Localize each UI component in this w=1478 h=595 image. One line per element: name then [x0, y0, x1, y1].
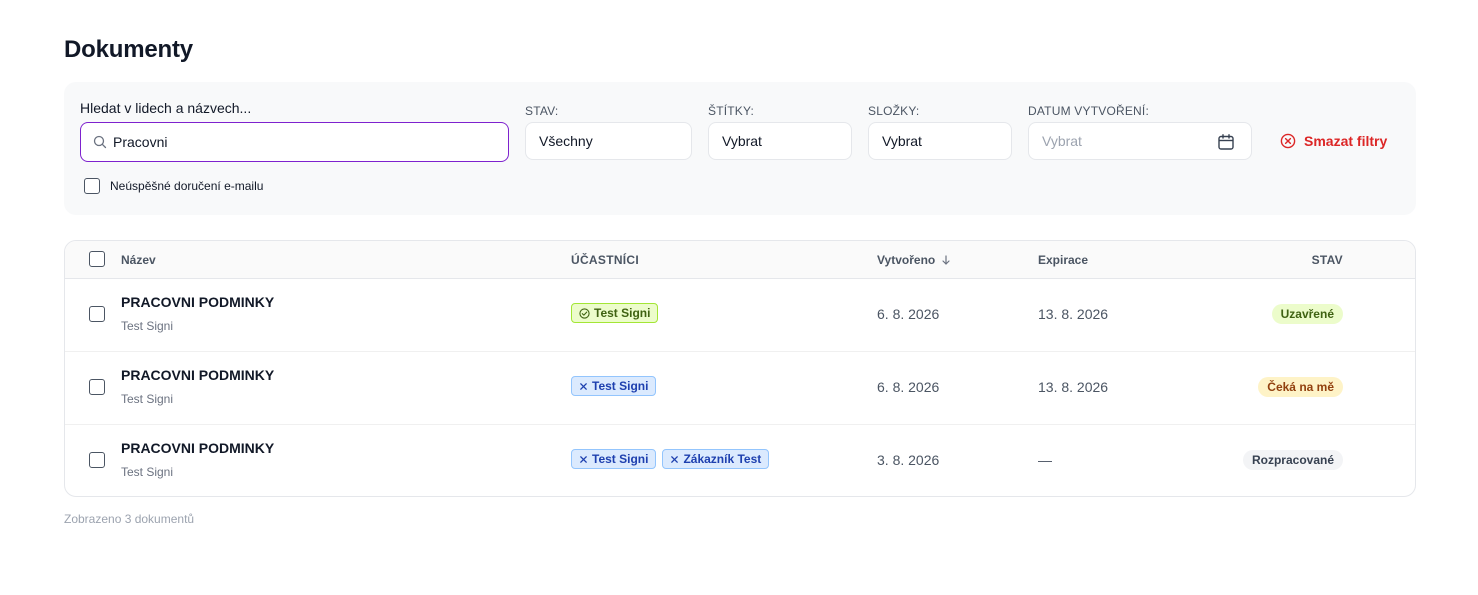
header-status: STAV [1311, 253, 1343, 267]
expiration-date: 13. 8. 2026 [1038, 379, 1109, 395]
clear-filters-button[interactable]: Smazat filtry [1280, 133, 1387, 149]
tags-filter-label: ŠTÍTKY: [708, 104, 755, 118]
expiration-date: — [1038, 452, 1052, 468]
participant-chip[interactable]: Test Signi [571, 449, 657, 469]
x-circle-icon [1280, 133, 1296, 149]
document-title[interactable]: PRACOVNI PODMINKY [121, 294, 274, 310]
row-checkbox[interactable] [89, 452, 105, 468]
email-failed-checkbox[interactable] [84, 178, 100, 194]
participant-chip[interactable]: Test Signi [571, 376, 657, 396]
search-input[interactable] [113, 134, 493, 150]
clear-filters-label: Smazat filtry [1304, 133, 1388, 149]
email-failed-label: Neúspěšné doručení e-mailu [110, 179, 264, 193]
document-count: Zobrazeno 3 dokumentů [64, 512, 195, 526]
arrow-down-icon [941, 255, 951, 265]
check-circle-icon [579, 307, 590, 319]
search-box[interactable] [80, 122, 509, 162]
participants: Test Signi Zákazník Test [571, 449, 770, 469]
header-participants: ÚČASTNÍCI [571, 253, 640, 267]
row-checkbox[interactable] [89, 306, 105, 322]
status-badge: Rozpracované [1242, 450, 1343, 470]
filter-panel: Hledat v lidech a názvech... STAV: Všech… [64, 82, 1416, 215]
document-owner: Test Signi [121, 319, 174, 333]
x-icon [579, 382, 588, 391]
participants: Test Signi [571, 303, 659, 323]
date-filter-placeholder: Vybrat [1042, 133, 1082, 149]
header-created-label: Vytvořeno [877, 253, 936, 267]
document-owner: Test Signi [121, 465, 174, 479]
tags-filter-select[interactable]: Vybrat [708, 122, 852, 160]
created-date: 3. 8. 2026 [877, 452, 940, 468]
table-header: Název ÚČASTNÍCI Vytvořeno Expirace STAV [65, 241, 1415, 279]
table-row[interactable]: PRACOVNI PODMINKY Test Signi Test Signi … [65, 278, 1415, 352]
document-title[interactable]: PRACOVNI PODMINKY [121, 367, 274, 383]
participant-name: Test Signi [592, 379, 649, 393]
header-name[interactable]: Název [121, 253, 156, 267]
row-checkbox[interactable] [89, 379, 105, 395]
participant-name: Zákazník Test [683, 452, 762, 466]
created-date: 6. 8. 2026 [877, 306, 940, 322]
status-filter-select[interactable]: Všechny [525, 122, 692, 160]
created-date: 6. 8. 2026 [877, 379, 940, 395]
expiration-date: 13. 8. 2026 [1038, 306, 1109, 322]
status-badge: Čeká na mě [1258, 377, 1343, 397]
status-badge: Uzavřené [1271, 304, 1343, 324]
search-label: Hledat v lidech a názvech... [80, 100, 252, 116]
participant-name: Test Signi [594, 306, 651, 320]
folders-filter-select[interactable]: Vybrat [868, 122, 1012, 160]
email-failed-filter[interactable]: Neúspěšné doručení e-mailu [84, 178, 263, 194]
participant-name: Test Signi [592, 452, 649, 466]
status-filter-label: STAV: [525, 104, 559, 118]
date-filter-input[interactable]: Vybrat [1028, 122, 1252, 160]
search-icon [93, 134, 109, 150]
select-all-checkbox[interactable] [89, 251, 105, 267]
folders-filter-label: SLOŽKY: [868, 104, 920, 118]
calendar-icon[interactable] [1217, 133, 1235, 154]
document-owner: Test Signi [121, 392, 174, 406]
table-row[interactable]: PRACOVNI PODMINKY Test Signi Test Signi … [65, 351, 1415, 425]
x-icon [579, 455, 588, 464]
header-created[interactable]: Vytvořeno [877, 253, 951, 267]
x-icon [670, 455, 679, 464]
participant-chip[interactable]: Zákazník Test [662, 449, 770, 469]
participant-chip[interactable]: Test Signi [571, 303, 659, 323]
participants: Test Signi [571, 376, 657, 396]
date-filter-label: DATUM VYTVOŘENÍ: [1028, 104, 1149, 118]
header-expiration[interactable]: Expirace [1038, 253, 1088, 267]
document-title[interactable]: PRACOVNI PODMINKY [121, 440, 274, 456]
page-title: Dokumenty [64, 36, 193, 63]
table-row[interactable]: PRACOVNI PODMINKY Test Signi Test Signi … [65, 424, 1415, 496]
documents-table: Název ÚČASTNÍCI Vytvořeno Expirace STAV … [64, 240, 1416, 497]
